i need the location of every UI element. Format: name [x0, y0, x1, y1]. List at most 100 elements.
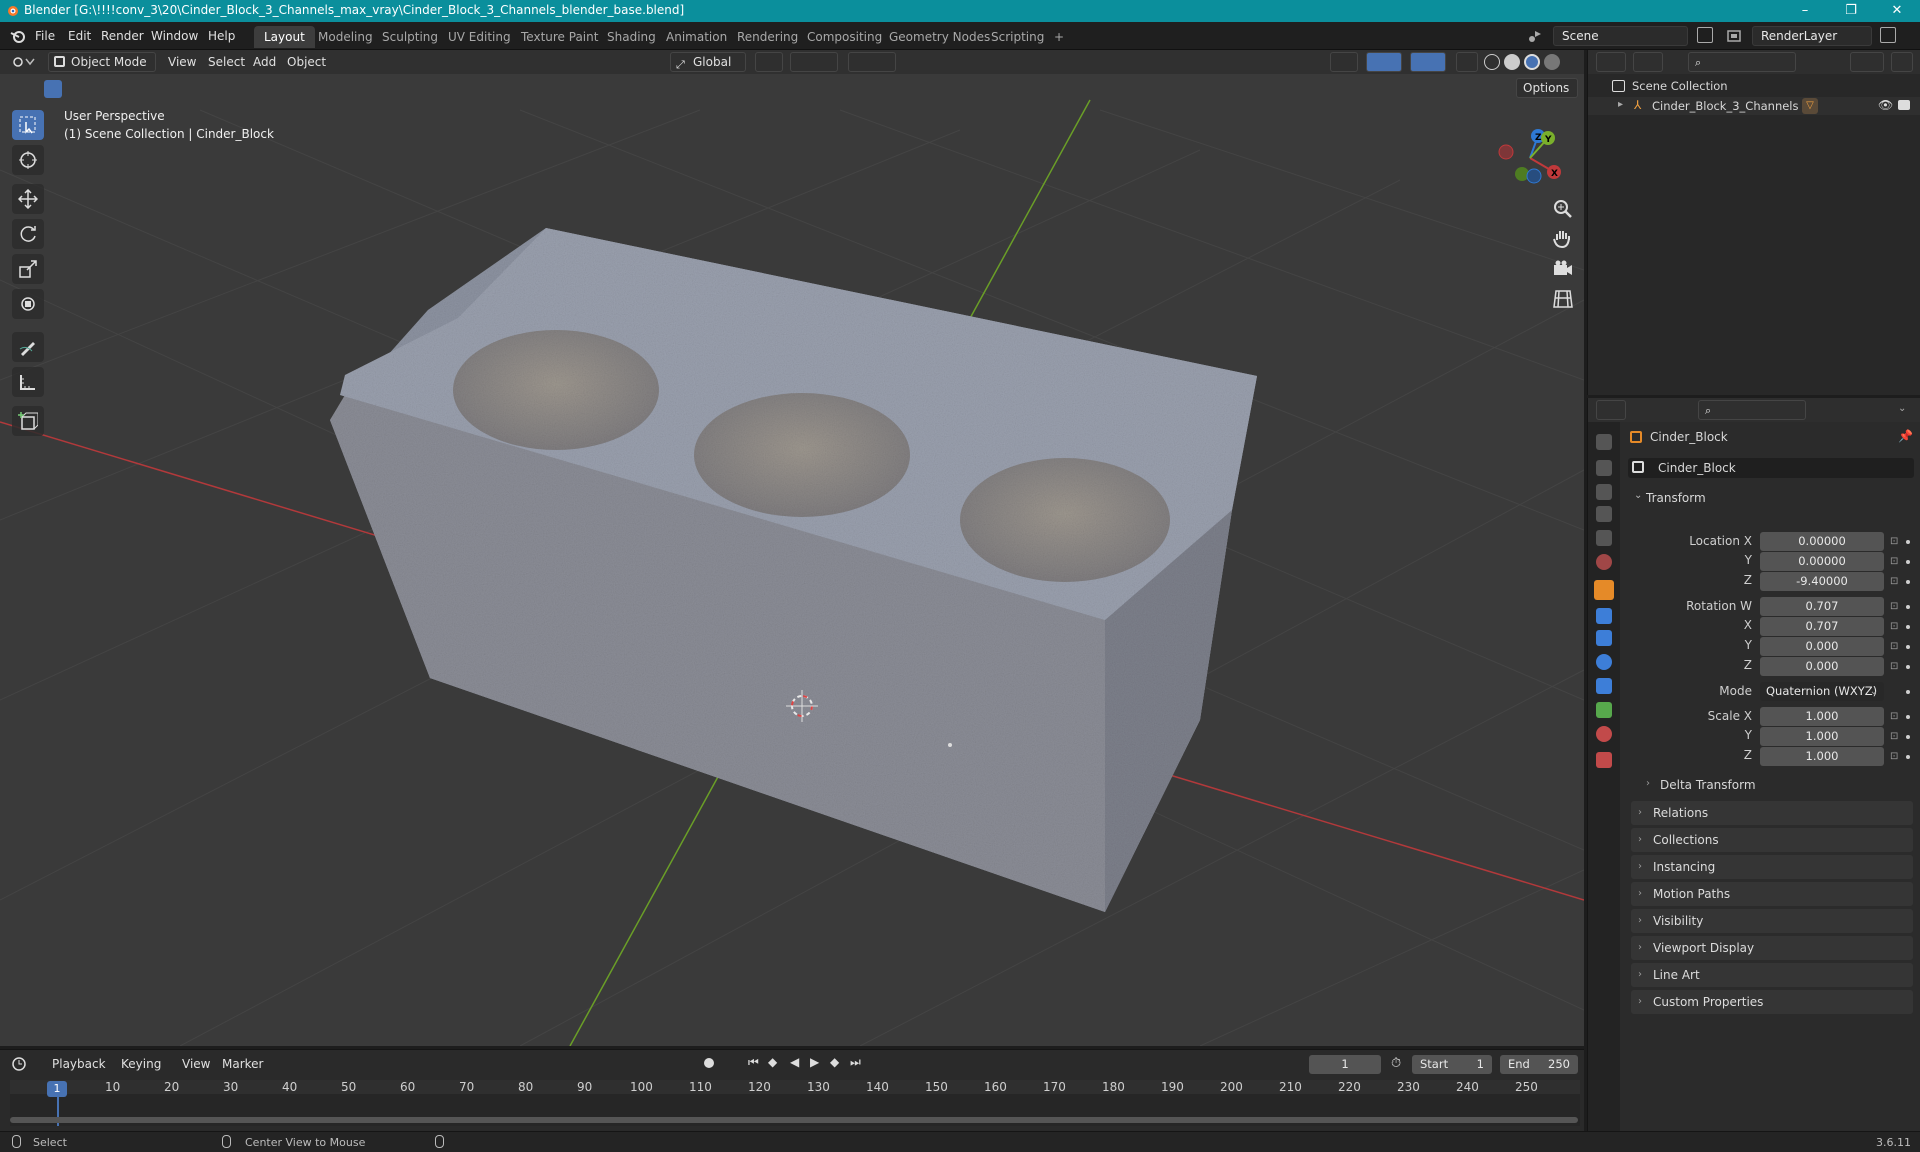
- viewport-menu-object[interactable]: Object: [287, 55, 326, 69]
- blender-menu-icon[interactable]: [10, 29, 26, 43]
- select-box-extend-icon[interactable]: [64, 80, 82, 98]
- lock-rotation-y-icon[interactable]: ⊡: [1890, 642, 1900, 652]
- lock-rotation-x-icon[interactable]: ⊡: [1890, 622, 1900, 632]
- timeline-menu-view[interactable]: View: [182, 1057, 210, 1071]
- instancing-panel[interactable]: › Instancing: [1631, 855, 1913, 879]
- tool-tab-icon[interactable]: [1596, 434, 1612, 450]
- tab-layout[interactable]: Layout: [254, 26, 315, 48]
- pin-icon[interactable]: 📌: [1898, 429, 1913, 443]
- visibility-panel[interactable]: › Visibility: [1631, 909, 1913, 933]
- minimize-button[interactable]: –: [1782, 0, 1828, 22]
- tool-annotate[interactable]: [12, 332, 44, 362]
- tool-rotate[interactable]: [12, 219, 44, 249]
- keyframe-dot-icon[interactable]: [1906, 540, 1910, 544]
- outliner-new-collection-icon[interactable]: [1891, 52, 1913, 72]
- keyframe-dot-icon[interactable]: [1906, 690, 1910, 694]
- render-tab-icon[interactable]: [1596, 460, 1612, 476]
- menu-window[interactable]: Window: [151, 29, 198, 43]
- select-box-invert-icon[interactable]: [104, 80, 122, 98]
- object-browse-icon[interactable]: [1632, 461, 1644, 473]
- location-x-field[interactable]: 0.00000: [1760, 532, 1884, 551]
- tool-cursor[interactable]: [12, 145, 44, 175]
- lock-location-y-icon[interactable]: ⊡: [1890, 557, 1900, 567]
- scale-y-field[interactable]: 1.000: [1760, 727, 1884, 746]
- scene-icon[interactable]: [1527, 28, 1543, 44]
- mode-selector[interactable]: Object Mode: [48, 52, 156, 72]
- material-tab-icon[interactable]: [1596, 726, 1612, 742]
- lock-location-z-icon[interactable]: ⊡: [1890, 577, 1900, 587]
- expand-chevron-icon[interactable]: ▸: [1618, 99, 1623, 110]
- modifier-tab-icon[interactable]: [1596, 608, 1612, 624]
- perspective-grid-icon[interactable]: [1550, 286, 1576, 312]
- xray-toggle[interactable]: [1456, 52, 1478, 72]
- options-button[interactable]: Options: [1516, 78, 1578, 98]
- lock-rotation-z-icon[interactable]: ⊡: [1890, 662, 1900, 672]
- play-icon[interactable]: ▶: [810, 1055, 819, 1069]
- navigation-gizmo[interactable]: X Z Y: [1490, 116, 1570, 196]
- menu-edit[interactable]: Edit: [68, 29, 91, 43]
- timeline-menu-keying[interactable]: Keying: [121, 1057, 161, 1071]
- new-scene-icon[interactable]: [1697, 27, 1713, 43]
- outliner-editor-type-icon[interactable]: [1596, 52, 1626, 72]
- tool-select-box[interactable]: [12, 110, 44, 140]
- keyframe-dot-icon[interactable]: [1906, 665, 1910, 669]
- tool-add-cube[interactable]: [12, 406, 44, 436]
- outliner-search-input[interactable]: ⌕: [1688, 52, 1796, 72]
- properties-editor-type-icon[interactable]: [1596, 400, 1626, 420]
- timeline-editor-type-icon[interactable]: [12, 1056, 36, 1072]
- object-tab-icon[interactable]: [1594, 580, 1614, 600]
- transform-orientation-dropdown[interactable]: ⤢ Global: [670, 52, 746, 72]
- new-render-layer-icon[interactable]: [1880, 27, 1896, 43]
- view-layer-tab-icon[interactable]: [1596, 506, 1612, 522]
- current-frame-field[interactable]: 1: [1309, 1055, 1381, 1074]
- playhead-frame-indicator[interactable]: 1: [47, 1081, 67, 1097]
- timeline-track-area[interactable]: 10 20 30 40 50 60 70 80 90 100 110 120 1…: [10, 1080, 1580, 1126]
- texture-tab-icon[interactable]: [1596, 752, 1612, 768]
- properties-search-input[interactable]: ⌕: [1698, 400, 1806, 420]
- lock-rotation-w-icon[interactable]: ⊡: [1890, 602, 1900, 612]
- start-frame-field[interactable]: Start 1: [1412, 1055, 1492, 1074]
- tool-scale[interactable]: [12, 254, 44, 284]
- tool-move[interactable]: [12, 184, 44, 214]
- transform-collapse-chevron-icon[interactable]: ⌄: [1634, 490, 1642, 501]
- object-name-field[interactable]: Cinder_Block: [1628, 458, 1914, 478]
- rotation-mode-dropdown[interactable]: Quaternion (WXYZ) ⌄: [1760, 682, 1884, 701]
- shading-mode-group[interactable]: [1484, 52, 1576, 72]
- menu-render[interactable]: Render: [101, 29, 144, 43]
- transform-panel-header[interactable]: ⌄ Transform: [1628, 486, 1914, 510]
- data-tab-icon[interactable]: [1596, 702, 1612, 718]
- material-preview-icon[interactable]: [1524, 54, 1540, 70]
- pivot-point-dropdown[interactable]: [755, 52, 783, 72]
- 3d-viewport[interactable]: Object Mode View Select Add Object ⤢ Glo…: [0, 50, 1584, 1046]
- tool-transform[interactable]: [12, 289, 44, 319]
- editor-type-3d-icon[interactable]: [12, 54, 36, 70]
- timeline-menu-playback[interactable]: Playback: [52, 1057, 106, 1071]
- collections-panel[interactable]: › Collections: [1631, 828, 1913, 852]
- render-layer-icon[interactable]: [1726, 28, 1742, 44]
- maximize-button[interactable]: ❐: [1828, 0, 1874, 22]
- viewport-scene[interactable]: [0, 50, 1584, 1046]
- visibility-dropdown[interactable]: [1330, 52, 1358, 72]
- jump-end-icon[interactable]: ⏭: [850, 1055, 861, 1070]
- tool-measure[interactable]: [12, 367, 44, 397]
- scale-x-field[interactable]: 1.000: [1760, 707, 1884, 726]
- outliner-filter-icon[interactable]: [1850, 52, 1884, 72]
- tab-animation[interactable]: Animation: [656, 26, 737, 48]
- outliner-item-cinder-block[interactable]: ▸ ⅄ Cinder_Block_3_Channels ▽ 👁: [1588, 97, 1920, 115]
- zoom-icon[interactable]: [1550, 196, 1576, 222]
- render-camera-icon[interactable]: [1898, 100, 1910, 110]
- selection-mode-group[interactable]: [44, 80, 142, 98]
- keyframe-dot-icon[interactable]: [1906, 560, 1910, 564]
- viewport-menu-add[interactable]: Add: [253, 55, 276, 69]
- overlay-toggle[interactable]: [1410, 52, 1446, 72]
- keyframe-dot-icon[interactable]: [1906, 735, 1910, 739]
- close-button[interactable]: ✕: [1874, 0, 1920, 22]
- solid-shading-icon[interactable]: [1504, 54, 1520, 70]
- rotation-y-field[interactable]: 0.000: [1760, 637, 1884, 656]
- motion-paths-panel[interactable]: › Motion Paths: [1631, 882, 1913, 906]
- keyframe-dot-icon[interactable]: [1906, 645, 1910, 649]
- rotation-z-field[interactable]: 0.000: [1760, 657, 1884, 676]
- tab-uv-editing[interactable]: UV Editing: [438, 26, 521, 48]
- stopwatch-icon[interactable]: ⏱: [1391, 1056, 1401, 1071]
- delta-transform-subpanel[interactable]: › Delta Transform: [1642, 774, 1912, 796]
